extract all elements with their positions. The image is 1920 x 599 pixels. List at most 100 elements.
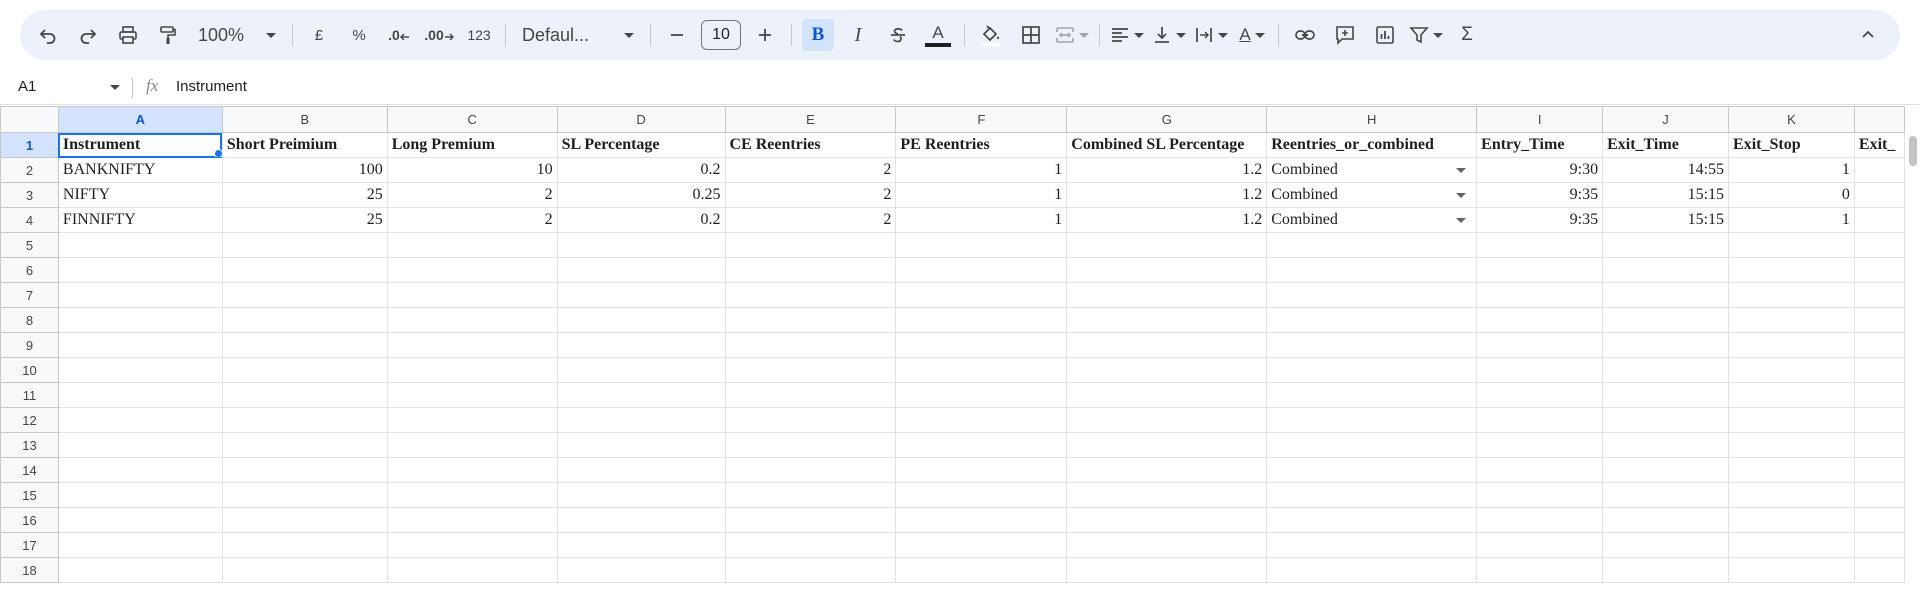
cell[interactable] [1728, 332, 1855, 358]
redo-button[interactable] [72, 19, 104, 51]
cell[interactable] [724, 407, 897, 433]
cell[interactable] [1266, 532, 1478, 558]
cell[interactable] [1266, 332, 1478, 358]
vertical-align-button[interactable] [1152, 19, 1186, 51]
cell[interactable]: 2 [386, 182, 558, 208]
cell[interactable] [386, 257, 558, 283]
cell[interactable] [556, 507, 726, 533]
cell[interactable] [1066, 282, 1268, 308]
cell[interactable]: 1 [1728, 207, 1855, 233]
column-header[interactable]: E [724, 106, 897, 133]
cell[interactable] [57, 307, 223, 333]
row-header[interactable]: 7 [0, 282, 59, 308]
row-header[interactable]: 8 [0, 307, 59, 333]
vertical-scrollbar[interactable] [1905, 106, 1920, 599]
text-rotation-button[interactable]: A [1236, 19, 1268, 51]
cell[interactable] [1853, 432, 1905, 458]
column-header[interactable]: I [1476, 106, 1604, 133]
cell[interactable] [724, 382, 897, 408]
cell[interactable]: 0.25 [556, 182, 726, 208]
cell[interactable] [1476, 232, 1604, 258]
row-header[interactable]: 11 [0, 382, 59, 408]
cell[interactable] [1266, 232, 1478, 258]
row-header[interactable]: 5 [0, 232, 59, 258]
cell[interactable] [556, 382, 726, 408]
cell[interactable] [1476, 557, 1604, 583]
cell[interactable] [1853, 507, 1905, 533]
cell[interactable] [1476, 307, 1604, 333]
cell[interactable] [1602, 457, 1730, 483]
cell[interactable] [1476, 382, 1604, 408]
column-header[interactable]: C [386, 106, 558, 133]
italic-button[interactable]: I [842, 19, 874, 51]
cell[interactable] [57, 432, 223, 458]
cell[interactable]: 25 [221, 182, 388, 208]
cell[interactable] [221, 382, 388, 408]
cell[interactable] [895, 457, 1068, 483]
row-header[interactable]: 17 [0, 532, 59, 558]
row-header[interactable]: 13 [0, 432, 59, 458]
print-button[interactable] [112, 19, 144, 51]
dropdown-cell[interactable]: Combined [1266, 207, 1478, 233]
cell[interactable] [57, 257, 223, 283]
cell[interactable] [1602, 557, 1730, 583]
cell[interactable] [1266, 407, 1478, 433]
cell[interactable]: 2 [724, 182, 897, 208]
cell[interactable] [1728, 307, 1855, 333]
cell[interactable] [895, 507, 1068, 533]
column-header[interactable]: H [1266, 106, 1478, 133]
row-header[interactable]: 12 [0, 407, 59, 433]
cell[interactable]: Combined SL Percentage [1066, 132, 1268, 158]
cell[interactable] [1476, 282, 1604, 308]
cell[interactable] [556, 357, 726, 383]
cell[interactable] [386, 282, 558, 308]
cell[interactable] [556, 432, 726, 458]
cell[interactable]: 1 [895, 207, 1068, 233]
percent-format-button[interactable]: % [343, 19, 375, 51]
cell[interactable] [1853, 332, 1905, 358]
cell[interactable] [57, 557, 223, 583]
cell[interactable] [386, 457, 558, 483]
cell[interactable] [386, 432, 558, 458]
decrease-decimal-button[interactable]: .0 [383, 19, 415, 51]
cell[interactable]: Entry_Time [1476, 132, 1604, 158]
cell[interactable] [724, 457, 897, 483]
cell[interactable] [1476, 407, 1604, 433]
cell[interactable] [221, 407, 388, 433]
text-wrapping-button[interactable] [1194, 19, 1228, 51]
dropdown-arrow-icon[interactable] [1456, 168, 1467, 173]
column-header[interactable]: K [1728, 106, 1855, 133]
cell[interactable]: CE Reentries [724, 132, 897, 158]
cell[interactable] [386, 357, 558, 383]
row-header[interactable]: 2 [0, 157, 59, 183]
cell[interactable]: BANKNIFTY [57, 157, 223, 183]
cell[interactable] [1853, 532, 1905, 558]
cell[interactable] [556, 307, 726, 333]
cell[interactable] [556, 532, 726, 558]
dropdown-cell[interactable]: Combined [1266, 182, 1478, 208]
cell[interactable] [1066, 382, 1268, 408]
cell[interactable] [1853, 182, 1905, 208]
font-select[interactable]: Defaul... [516, 19, 640, 51]
row-header[interactable]: 9 [0, 332, 59, 358]
cell[interactable] [1066, 532, 1268, 558]
cell[interactable] [1853, 157, 1905, 183]
cell[interactable] [724, 482, 897, 508]
horizontal-align-button[interactable] [1110, 19, 1144, 51]
cell[interactable]: SL Percentage [556, 132, 726, 158]
cell[interactable]: 9:35 [1476, 182, 1604, 208]
paint-format-button[interactable] [152, 19, 184, 51]
cell[interactable] [1066, 257, 1268, 283]
chevron-down-icon[interactable] [110, 85, 120, 90]
cell[interactable] [1602, 257, 1730, 283]
cell[interactable] [221, 532, 388, 558]
cell[interactable]: 1.2 [1066, 182, 1268, 208]
cell[interactable] [724, 557, 897, 583]
cell[interactable] [1728, 357, 1855, 383]
cell[interactable] [1476, 482, 1604, 508]
cell[interactable] [1853, 232, 1905, 258]
cell[interactable] [1602, 382, 1730, 408]
font-size-input[interactable]: 10 [701, 20, 741, 50]
row-header[interactable]: 15 [0, 482, 59, 508]
cell[interactable] [1853, 207, 1905, 233]
